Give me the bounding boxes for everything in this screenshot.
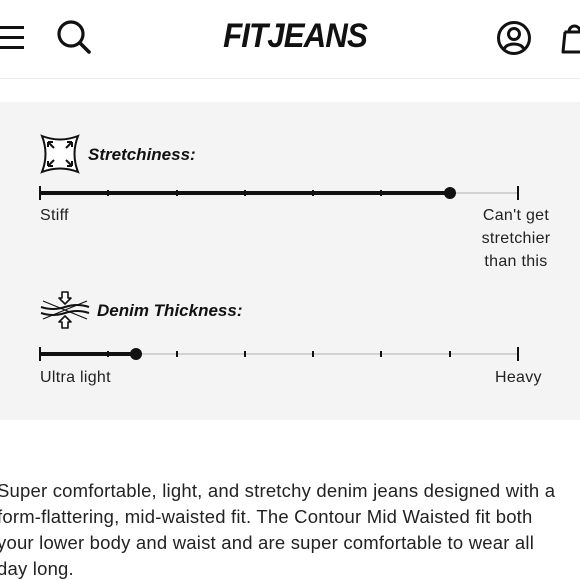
scale-tick [312,351,315,357]
scale-tick [517,186,519,200]
scale-tick [243,351,246,357]
scale-tick [517,347,519,361]
scale-tick [312,190,315,196]
fit-attributes-panel: Stretchiness: Stiff Can't get stretchier… [0,102,580,420]
fabric-thickness-icon [40,291,90,329]
site-header: FITJEANS [0,0,580,79]
stretch-arrows-icon [40,134,80,174]
thickness-max-label: Heavy [495,369,542,386]
denim-thickness-title: Denim Thickness: [97,301,243,320]
cart-icon[interactable] [560,20,580,56]
scale-tick [448,351,451,357]
stretchiness-scale [39,186,519,200]
scale-fill [40,352,136,356]
product-description: Super comfortable, light, and stretchy d… [0,480,556,579]
scale-tick [107,190,110,196]
account-icon[interactable] [496,20,532,56]
scale-tick [39,186,41,200]
scale-tick [107,351,110,357]
stretchiness-title: Stretchiness: [88,145,196,164]
scale-tick [380,190,383,196]
stretchiness-max-label: Can't get stretchier than this [481,207,551,270]
thickness-scale [39,347,519,361]
scale-tick [380,351,383,357]
menu-icon[interactable] [0,23,26,53]
thickness-min-label: Ultra light [40,369,111,386]
scale-tick [175,190,178,196]
scale-tick [243,190,246,196]
scale-tick [175,351,178,357]
scale-tick [39,347,41,361]
stretchiness-min-label: Stiff [40,207,69,224]
brand-logo[interactable]: FITJEANS [24,17,567,56]
stretchiness-level-marker [443,187,456,199]
thickness-level-marker [129,348,142,360]
